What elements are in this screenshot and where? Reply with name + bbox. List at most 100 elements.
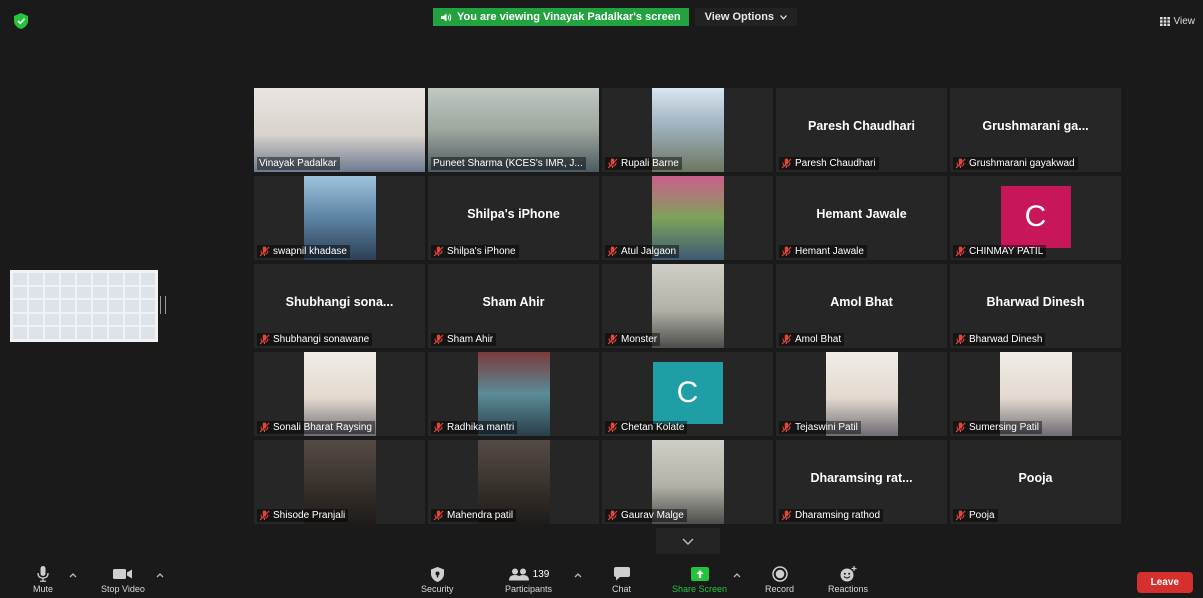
muted-microphone-icon	[781, 158, 792, 169]
participant-name-label: Shilpa's iPhone	[431, 245, 519, 258]
participant-tile[interactable]: C Chetan Kolate	[602, 352, 773, 436]
participant-tile[interactable]: Hemant Jawale Hemant Jawale	[776, 176, 947, 260]
participant-tile[interactable]: Sumersing Patil	[950, 352, 1121, 436]
participant-tile[interactable]: Amol Bhat Amol Bhat	[776, 264, 947, 348]
participant-name: Tejaswini Patil	[795, 422, 858, 433]
thumbnail-cell	[29, 327, 43, 339]
thumbnail-cell	[61, 300, 75, 312]
participant-name-label: CHINMAY PATIL	[953, 245, 1047, 258]
participant-name: Dharamsing rathod	[795, 510, 881, 521]
thumbnail-cell	[141, 273, 155, 285]
participant-tile[interactable]: Shubhangi sona... Shubhangi sonawane	[254, 264, 425, 348]
participant-tile[interactable]: Bharwad Dinesh Bharwad Dinesh	[950, 264, 1121, 348]
participant-name-label: Mahendra patil	[431, 509, 517, 522]
shield-icon	[430, 566, 444, 582]
muted-microphone-icon	[259, 510, 270, 521]
participant-name-label: Monster	[605, 333, 661, 346]
participant-name: Mahendra patil	[447, 510, 514, 521]
thumbnail-cell	[93, 327, 107, 339]
participant-name-label: Amol Bhat	[779, 333, 845, 346]
screen-share-banner: You are viewing Vinayak Padalkar's scree…	[433, 8, 798, 26]
video-options-caret-icon[interactable]	[155, 571, 165, 579]
participant-name: Shubhangi sonawane	[273, 334, 370, 345]
participants-options-caret-icon[interactable]	[573, 571, 583, 579]
thumbnail-drag-handle[interactable]	[160, 296, 166, 314]
viewing-screen-text: You are viewing Vinayak Padalkar's scree…	[457, 11, 681, 23]
participant-name-label: Sonali Bharat Raysing	[257, 421, 375, 434]
participants-icon	[508, 568, 529, 580]
participant-name-label: Dharamsing rathod	[779, 509, 884, 522]
stop-video-button[interactable]: Stop Video	[101, 566, 145, 594]
participant-tile[interactable]: Sham Ahir Sham Ahir	[428, 264, 599, 348]
participant-name-label: Grushmarani gayakwad	[953, 157, 1078, 170]
muted-microphone-icon	[433, 246, 444, 257]
thumbnail-cell	[141, 286, 155, 299]
thumbnail-cell	[93, 286, 107, 299]
participant-name-label: Tejaswini Patil	[779, 421, 861, 434]
muted-microphone-icon	[955, 422, 966, 433]
mute-options-caret-icon[interactable]	[68, 571, 78, 579]
participant-name: Atul Jalgaon	[621, 246, 677, 257]
thumbnail-cell	[109, 286, 123, 299]
thumbnail-cell	[13, 327, 27, 339]
thumbnail-cell	[13, 300, 27, 312]
shared-screen-thumbnail[interactable]	[10, 270, 158, 342]
participant-tile[interactable]: Vinayak Padalkar	[254, 88, 425, 172]
encryption-shield-icon[interactable]	[10, 10, 32, 32]
participant-tile[interactable]: C CHINMAY PATIL	[950, 176, 1121, 260]
participant-tile[interactable]: Puneet Sharma (KCES's IMR, J...	[428, 88, 599, 172]
participant-tile[interactable]: Monster	[602, 264, 773, 348]
gallery-view-button[interactable]: View	[1159, 16, 1195, 27]
stop-video-label: Stop Video	[101, 584, 145, 594]
participant-tile[interactable]: Radhika mantri	[428, 352, 599, 436]
mute-button[interactable]: Mute	[33, 566, 53, 594]
participant-name: Sham Ahir	[447, 334, 494, 345]
thumbnail-cell	[141, 300, 155, 312]
share-options-caret-icon[interactable]	[732, 571, 742, 579]
chevron-down-icon	[780, 14, 787, 20]
participant-tile[interactable]: Rupali Barne	[602, 88, 773, 172]
participant-tile[interactable]: Mahendra patil	[428, 440, 599, 524]
participant-tile[interactable]: swapnil khadase	[254, 176, 425, 260]
participant-tile[interactable]: Shisode Pranjali	[254, 440, 425, 524]
thumbnail-cell	[125, 300, 139, 312]
thumbnail-cell	[29, 273, 43, 285]
participant-tile[interactable]: Atul Jalgaon	[602, 176, 773, 260]
chat-button[interactable]: Chat	[612, 566, 631, 594]
muted-microphone-icon	[955, 246, 966, 257]
next-page-button[interactable]	[656, 528, 720, 554]
thumbnail-cell	[45, 313, 59, 326]
participant-tile[interactable]: Tejaswini Patil	[776, 352, 947, 436]
thumbnail-cell	[77, 327, 91, 339]
view-options-button[interactable]: View Options	[694, 8, 798, 26]
leave-meeting-button[interactable]: Leave	[1136, 572, 1193, 593]
participant-tile[interactable]: Pooja Pooja	[950, 440, 1121, 524]
thumbnail-cell	[109, 313, 123, 326]
security-button[interactable]: Security	[421, 566, 454, 594]
muted-microphone-icon	[259, 334, 270, 345]
security-label: Security	[421, 584, 454, 594]
participant-count: 139	[532, 568, 550, 580]
share-screen-label: Share Screen	[672, 584, 728, 594]
muted-microphone-icon	[433, 422, 444, 433]
participant-tile[interactable]: Sonali Bharat Raysing	[254, 352, 425, 436]
share-screen-button[interactable]: Share Screen	[672, 566, 727, 594]
participant-tile[interactable]: Paresh Chaudhari Paresh Chaudhari	[776, 88, 947, 172]
reactions-button[interactable]: Reactions	[828, 566, 868, 594]
muted-microphone-icon	[781, 422, 792, 433]
participant-tile[interactable]: Grushmarani ga... Grushmarani gayakwad	[950, 88, 1121, 172]
participant-tile[interactable]: Dharamsing rat... Dharamsing rathod	[776, 440, 947, 524]
participant-name-label: Hemant Jawale	[779, 245, 867, 258]
participant-name-label: Pooja	[953, 509, 998, 522]
record-button[interactable]: Record	[765, 566, 794, 594]
participants-button[interactable]: 139 Participants	[505, 566, 552, 594]
video-camera-icon	[112, 569, 132, 579]
participant-name: Hemant Jawale	[795, 246, 864, 257]
participant-name: Paresh Chaudhari	[795, 158, 876, 169]
participant-name: Puneet Sharma (KCES's IMR, J...	[433, 158, 583, 169]
participant-tile[interactable]: Shilpa's iPhone Shilpa's iPhone	[428, 176, 599, 260]
participant-tile[interactable]: Gaurav Malge	[602, 440, 773, 524]
participant-name-label: Shisode Pranjali	[257, 509, 349, 522]
thumbnail-cell	[13, 313, 27, 326]
participant-name: Rupali Barne	[621, 158, 679, 169]
